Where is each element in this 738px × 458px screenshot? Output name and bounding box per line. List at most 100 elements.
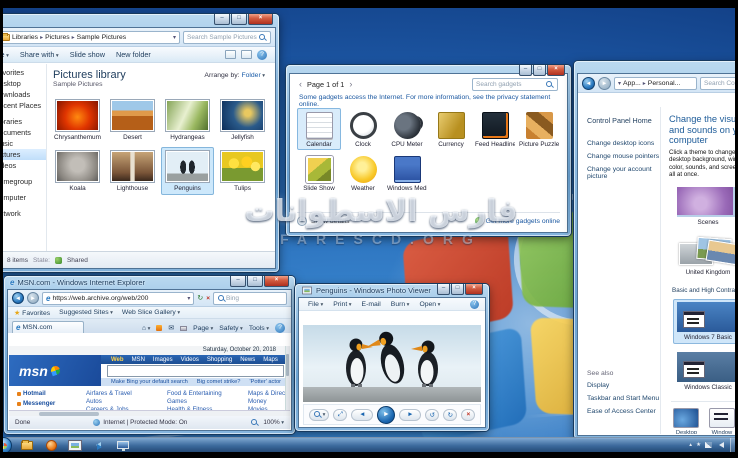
page-menu[interactable]: Page — [193, 325, 213, 332]
msn-nav-msn[interactable]: MSN — [132, 357, 145, 363]
favorites-button[interactable]: Favorites — [22, 310, 50, 317]
breadcrumb-libraries[interactable]: Libraries — [12, 34, 38, 41]
show-details-chevron-icon[interactable]: ▾ — [297, 216, 307, 226]
file-item-desert[interactable]: Desert — [106, 96, 159, 144]
rotate-counterclockwise-button[interactable]: ↺ — [425, 409, 439, 421]
email-menu[interactable]: E-mail — [362, 301, 381, 308]
control-panel-search-input[interactable] — [704, 80, 735, 87]
zoom-button[interactable] — [309, 409, 330, 421]
gadget-search-input[interactable] — [476, 81, 545, 88]
sidebar-item-desktop[interactable]: Desktop — [3, 78, 46, 89]
delete-button[interactable]: × — [461, 409, 475, 421]
msn-link[interactable]: Money — [248, 398, 290, 406]
file-menu[interactable]: File — [308, 301, 323, 308]
forward-button[interactable]: ► — [598, 77, 611, 90]
sidebar-item-computer[interactable]: Computer — [3, 192, 46, 203]
show-hidden-icons-button[interactable]: ▴ — [689, 442, 692, 448]
msn-link[interactable]: Games — [167, 398, 239, 406]
help-icon[interactable]: ? — [470, 300, 479, 309]
arrange-by-value[interactable]: Folder — [241, 72, 265, 79]
msn-nav-shopping[interactable]: Shopping — [207, 357, 232, 363]
gadget-slide-show[interactable]: Slide Show — [297, 152, 341, 194]
tab-msn[interactable]: e MSN.com — [12, 321, 84, 333]
breadcrumb-personalization[interactable]: Personal... — [648, 80, 681, 87]
gadget-weather[interactable]: Weather — [341, 152, 385, 194]
maximize-button[interactable]: □ — [533, 65, 546, 76]
sidebar-item-homegroup[interactable]: Homegroup — [3, 176, 46, 187]
vertical-scrollbar[interactable] — [285, 346, 290, 410]
msn-link-hotmail[interactable]: Hotmail — [17, 390, 77, 398]
taskbar-windows-explorer[interactable] — [18, 439, 36, 452]
gadget-windows-media[interactable]: Windows Media... — [385, 152, 429, 194]
action-center-icon[interactable]: ★ — [696, 442, 701, 448]
burn-menu[interactable]: Burn — [391, 301, 410, 308]
display-link[interactable]: Display — [587, 382, 659, 389]
msn-nav-images[interactable]: Images — [153, 357, 173, 363]
desktop-background-shortcut[interactable]: Desktop Background Harmony — [671, 408, 702, 434]
msn-nav-videos[interactable]: Videos — [181, 357, 199, 363]
close-button[interactable]: × — [264, 276, 289, 287]
play-slideshow-button[interactable]: ► — [377, 406, 395, 424]
change-mouse-pointers-link[interactable]: Change mouse pointers — [587, 153, 660, 160]
gadget-feed-headlines[interactable]: Feed Headlines — [473, 108, 517, 150]
minimize-button[interactable]: – — [230, 276, 246, 287]
close-button[interactable]: × — [248, 14, 273, 25]
msn-promo-link[interactable]: Big comet strike? — [197, 379, 241, 385]
gadget-currency[interactable]: Currency — [429, 108, 473, 150]
previous-page-icon[interactable]: ‹ — [299, 79, 302, 89]
msn-search-input[interactable] — [107, 365, 284, 377]
url-box[interactable]: e https://web.archive.org/web/200 ▾ — [42, 292, 194, 305]
maximize-button[interactable]: □ — [231, 14, 247, 25]
print-icon[interactable] — [180, 326, 187, 331]
tools-menu[interactable]: Tools — [249, 325, 269, 332]
window-color-shortcut[interactable]: Window Color Windows 7 Basic — [709, 408, 735, 434]
msn-link[interactable]: Maps & Directions — [248, 390, 290, 398]
breadcrumb-pictures[interactable]: Pictures — [45, 34, 70, 41]
next-button[interactable]: ► — [399, 409, 421, 421]
taskbar-personalization[interactable] — [114, 439, 132, 452]
sidebar-item-network[interactable]: Network — [3, 208, 46, 219]
sidebar-item-music[interactable]: Music — [3, 138, 46, 149]
back-button[interactable]: ◄ — [582, 77, 595, 90]
close-button[interactable]: × — [547, 65, 565, 76]
new-folder-button[interactable]: New folder — [116, 50, 151, 59]
sidebar-item-downloads[interactable]: Downloads — [3, 89, 46, 100]
change-desktop-icons-link[interactable]: Change desktop icons — [587, 140, 660, 147]
refresh-icon[interactable]: ↻ — [197, 294, 203, 302]
scrollbar-thumb[interactable] — [286, 354, 289, 376]
msn-logo[interactable]: msn — [9, 355, 101, 386]
breadcrumb-appearance[interactable]: App... — [623, 80, 641, 87]
bing-search-input[interactable] — [226, 295, 283, 302]
msn-link[interactable]: Food & Entertaining — [167, 390, 239, 398]
show-details-link[interactable]: Show details — [311, 218, 350, 225]
forward-button[interactable]: ► — [27, 292, 39, 304]
minimize-button[interactable]: – — [437, 284, 450, 295]
address-bar[interactable]: ▾ App... ▸ Personal... — [614, 77, 697, 90]
taskbar-desktop-gadgets[interactable] — [90, 439, 108, 452]
explorer-search-box[interactable] — [183, 31, 271, 44]
help-icon[interactable]: ? — [275, 323, 285, 333]
sidebar-item-documents[interactable]: Documents — [3, 127, 46, 138]
breadcrumb-sample-pictures[interactable]: Sample Pictures — [77, 34, 127, 41]
close-button[interactable]: × — [465, 284, 483, 295]
sidebar-item-libraries[interactable]: Libraries — [3, 116, 46, 127]
gadget-clock[interactable]: Clock — [341, 108, 385, 150]
msn-nav-maps[interactable]: Maps — [263, 357, 278, 363]
desktop[interactable]: – □ × ◄ ► Libraries ▸ Pictures ▸ Sample … — [3, 8, 735, 452]
sidebar-item-favorites[interactable]: Favorites — [3, 67, 46, 78]
msn-link[interactable]: Autos — [86, 398, 158, 406]
taskbar-windows-media-player[interactable] — [42, 439, 60, 452]
taskbar-windows-photo-viewer[interactable] — [66, 439, 84, 452]
file-item-tulips[interactable]: Tulips — [216, 147, 269, 195]
organize-button[interactable]: Organize — [3, 50, 9, 59]
maximize-button[interactable]: □ — [451, 284, 464, 295]
sidebar-item-videos[interactable]: Videos — [3, 160, 46, 171]
web-slice-gallery-button[interactable]: Web Slice Gallery — [122, 309, 180, 316]
maximize-button[interactable]: □ — [247, 276, 263, 287]
get-more-gadgets-link[interactable]: Get more gadgets online — [475, 217, 560, 225]
slide-show-button[interactable]: Slide show — [70, 50, 105, 59]
home-icon[interactable]: ⌂ — [142, 325, 150, 332]
msn-nav-web[interactable]: Web — [111, 357, 124, 363]
arrange-by[interactable]: Arrange by: Folder — [204, 72, 265, 79]
address-dropdown-icon[interactable]: ▾ — [173, 34, 176, 41]
